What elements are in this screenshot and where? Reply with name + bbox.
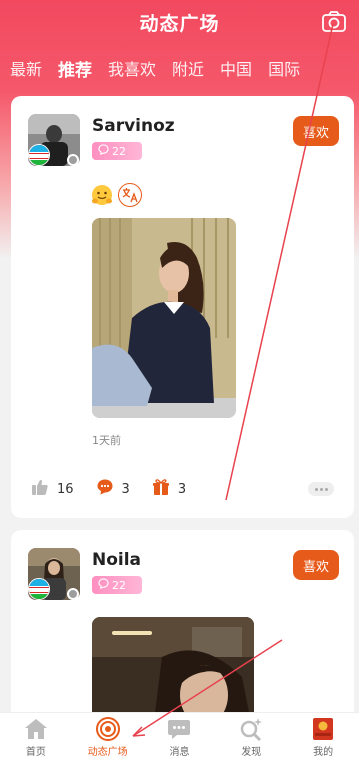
tab-nearby[interactable]: 附近 [172, 56, 204, 80]
chat-bubble-icon [98, 578, 109, 592]
username[interactable]: Sarvinoz [92, 116, 175, 136]
page-title: 动态广场 [139, 12, 220, 35]
nav-moments-label: 动态广场 [87, 747, 128, 758]
nav-profile-label: 我的 [313, 747, 334, 758]
like-button[interactable]: 喜欢 [293, 116, 339, 146]
comment-icon [96, 478, 114, 500]
message-count: 22 [112, 578, 126, 592]
translate-icon[interactable] [118, 183, 142, 207]
reaction-row [90, 183, 142, 207]
post-card: Noila 22 喜欢 [11, 530, 354, 737]
tab-international[interactable]: 国际 [268, 56, 300, 80]
like-button[interactable]: 喜欢 [293, 550, 339, 580]
discover-icon [238, 717, 264, 741]
country-flag-icon [28, 578, 50, 600]
camera-icon[interactable] [321, 9, 347, 35]
like-count: 16 [57, 481, 74, 497]
nav-discover[interactable]: 发现 [215, 713, 287, 762]
post-card: Sarvinoz 22 喜欢 1天前 16 3 3 [11, 96, 354, 518]
category-tabs: 最新 推荐 我喜欢 附近 中国 国际 [0, 52, 359, 84]
header: 动态广场 [0, 0, 359, 44]
nav-messages[interactable]: 消息 [144, 713, 216, 762]
online-status-dot [67, 154, 79, 166]
hug-emoji-icon[interactable] [90, 183, 114, 207]
nav-profile[interactable]: 我的 [287, 713, 359, 762]
bottom-nav: 首页 动态广场 消息 发现 我的 [0, 712, 359, 762]
online-status-dot [67, 588, 79, 600]
nav-messages-label: 消息 [169, 747, 190, 758]
like-stat[interactable]: 16 [31, 478, 74, 500]
message-count: 22 [112, 144, 126, 158]
gift-count: 3 [177, 481, 187, 497]
home-icon [23, 717, 49, 741]
post-stats: 16 3 3 [31, 478, 334, 500]
post-time: 1天前 [92, 434, 121, 447]
comment-count: 3 [121, 481, 130, 497]
more-options-button[interactable] [308, 482, 334, 496]
username[interactable]: Noila [92, 550, 141, 570]
message-count-badge: 22 [92, 142, 142, 160]
chat-icon [166, 717, 192, 741]
gift-icon [152, 478, 170, 500]
tab-latest[interactable]: 最新 [10, 56, 42, 80]
broadcast-icon [95, 717, 121, 741]
tab-china[interactable]: 中国 [220, 56, 252, 80]
chat-bubble-icon [98, 144, 109, 158]
country-flag-icon [28, 144, 50, 166]
comment-stat[interactable]: 3 [96, 478, 130, 500]
nav-home-label: 首页 [25, 747, 46, 758]
nav-discover-label: 发现 [241, 747, 262, 758]
nav-moments[interactable]: 动态广场 [72, 713, 144, 762]
message-count-badge: 22 [92, 576, 142, 594]
tab-recommended[interactable]: 推荐 [58, 56, 92, 81]
tab-liked[interactable]: 我喜欢 [108, 56, 156, 80]
profile-icon [310, 717, 336, 741]
thumbs-up-icon [31, 478, 49, 500]
nav-home[interactable]: 首页 [0, 713, 72, 762]
post-photo[interactable] [92, 218, 236, 418]
gift-stat[interactable]: 3 [152, 478, 186, 500]
